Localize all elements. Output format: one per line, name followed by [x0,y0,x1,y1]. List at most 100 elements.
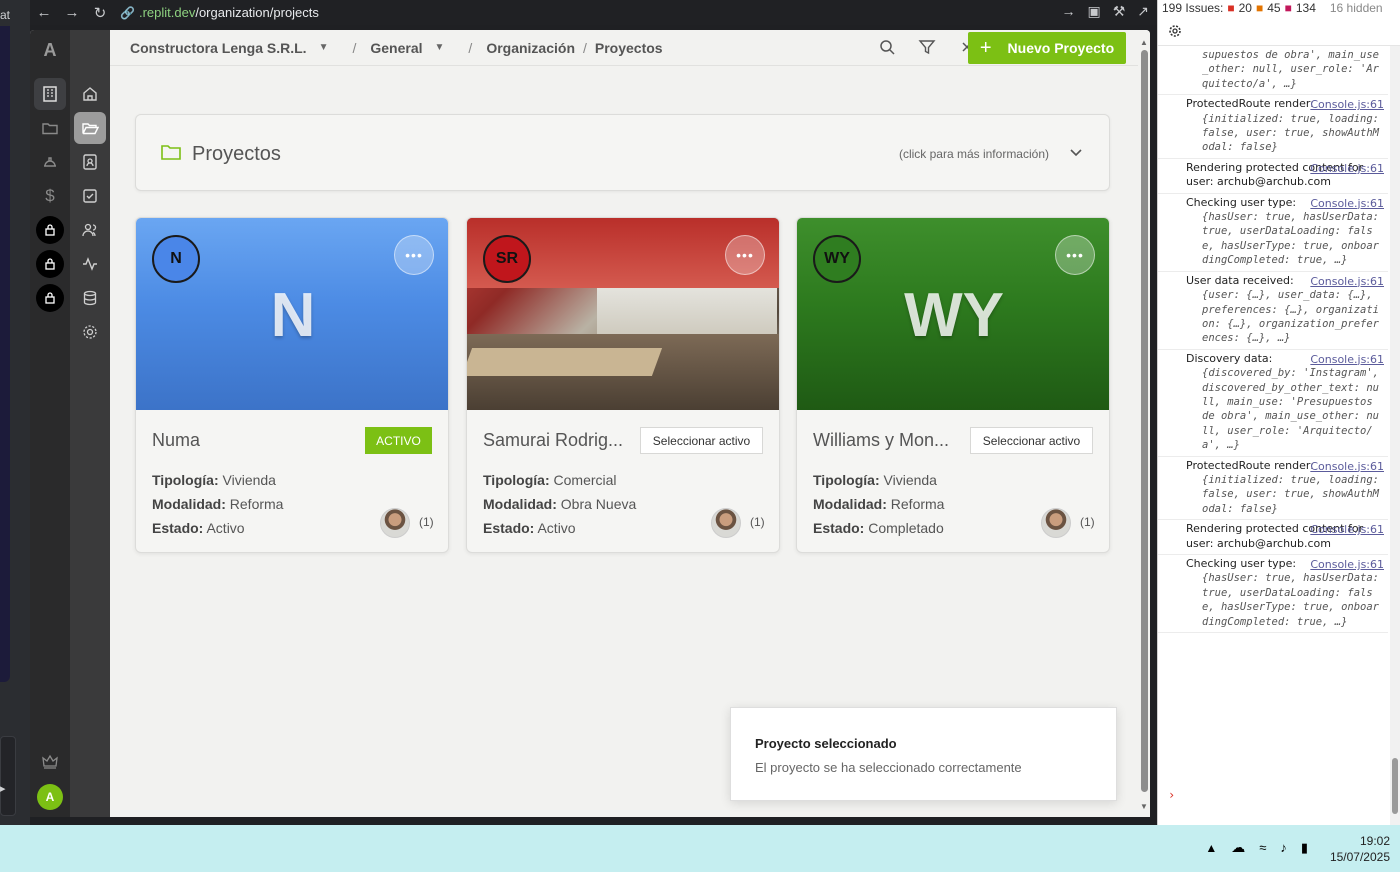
new-project-button[interactable]: + Nuevo Proyecto [968,32,1126,64]
status-label: Estado: [483,520,535,536]
chevron-down-icon[interactable] [1069,145,1083,159]
battery-icon[interactable]: ▮ [1301,840,1308,856]
console-entry[interactable]: ProtectedRoute render: Console.js:61 {init… [1158,457,1388,521]
console-object[interactable]: {discovered_by: 'Instagram', discovered_… [1186,366,1384,452]
back-icon[interactable]: ← [30,1,58,25]
panel-title: Proyectos [192,143,281,165]
console-entry[interactable]: Rendering protected content for user: ar… [1158,159,1388,194]
app-logo[interactable]: A [30,40,70,61]
breadcrumb-separator: / [352,39,357,56]
user-avatar[interactable]: A [37,784,63,810]
project-card[interactable]: SR ••• Samurai Rodrig... Seleccionar act… [466,217,780,553]
wifi-icon[interactable]: ≈ [1259,840,1266,855]
console-entry[interactable]: supuestos de obra', main_use_other: null… [1158,46,1388,96]
issues-bar[interactable]: 199 Issues: ■ 20 ■ 45 ■ 134 16 hidden [1158,0,1400,16]
scroll-thumb[interactable] [1392,758,1398,814]
console-source-link[interactable]: Console.js:61 [1310,353,1384,367]
console-object[interactable]: {initialized: true, loading: false, user… [1186,473,1384,516]
breadcrumb-space[interactable]: General ▼ [370,40,444,56]
database-icon[interactable] [74,282,106,314]
breadcrumb-org[interactable]: Constructora Lenga S.R.L. ▼ [130,40,328,56]
browser-side-strip: at ▸ [0,0,30,825]
console-source-link[interactable]: Console.js:61 [1310,460,1384,474]
dollar-icon[interactable]: $ [34,180,66,212]
console-entry[interactable]: ProtectedRoute render: Console.js:61 {init… [1158,95,1388,159]
activity-icon[interactable] [74,248,106,280]
crown-icon[interactable] [34,746,66,778]
console-source-link[interactable]: Console.js:61 [1310,523,1384,537]
chevron-up-icon[interactable]: ▲ [1205,841,1217,855]
forward-icon[interactable]: → [58,1,86,25]
select-active-button[interactable]: Seleccionar activo [970,427,1093,454]
more-options-icon[interactable]: ••• [725,235,765,275]
cloud-icon[interactable]: ☁ [1231,839,1245,856]
lock-icon[interactable] [36,284,64,312]
more-options-icon[interactable]: ••• [394,235,434,275]
scroll-up-icon[interactable]: ▲ [1140,38,1148,47]
console-source-link[interactable]: Console.js:61 [1310,275,1384,289]
folder-open-icon[interactable] [74,112,106,144]
expand-arrow-icon[interactable]: ▸ [0,782,6,795]
select-active-button[interactable]: Seleccionar activo [640,427,763,454]
address-bar[interactable]: 🔗 .replit.dev /organization/projects [120,5,319,20]
clock[interactable]: 19:02 15/07/2025 [1330,833,1390,865]
typology-value: Vivienda [222,472,276,488]
toast-message: El proyecto se ha seleccionado correctam… [755,760,1022,775]
settings-icon[interactable] [74,316,106,348]
filter-icon[interactable] [918,38,936,56]
main-scrollbar[interactable]: ▲ ▼ [1138,38,1150,817]
console-entry[interactable]: User data received: Console.js:61 {user: {… [1158,272,1388,350]
home-icon[interactable] [74,78,106,110]
project-name: Numa [152,430,201,450]
open-external-icon[interactable]: ↗ [1137,3,1149,20]
project-modality: Modalidad: Reforma [813,496,944,512]
console-entry[interactable]: Checking user type: Console.js:61 {hasUser… [1158,194,1388,272]
console-object[interactable]: {hasUser: true, hasUserData: true, userD… [1186,210,1384,268]
project-card[interactable]: WY WY ••• Williams y Mon... Seleccionar … [796,217,1110,553]
volume-icon[interactable]: ♪ [1280,840,1287,855]
console-object[interactable]: supuestos de obra', main_use_other: null… [1186,48,1384,91]
checkbox-icon[interactable] [74,180,106,212]
monitor-icon[interactable]: ▣ [1087,3,1100,20]
primary-rail: A $ A [30,30,70,817]
modality-value: Obra Nueva [560,496,637,512]
console-source-link[interactable]: Console.js:61 [1310,98,1384,112]
console-object[interactable]: {initialized: true, loading: false, user… [1186,112,1384,155]
toast-notification[interactable]: Proyecto seleccionado El proyecto se ha … [730,707,1117,801]
search-icon[interactable] [878,38,896,56]
gear-icon[interactable] [1168,24,1182,38]
reload-icon[interactable]: ↻ [86,1,114,25]
breadcrumb-section[interactable]: Organización [486,40,575,56]
clock-date: 15/07/2025 [1329,850,1390,864]
folder-icon[interactable] [34,112,66,144]
project-card[interactable]: N N ••• Numa ACTIVO Tipología: Vivienda … [135,217,449,553]
more-options-icon[interactable]: ••• [1055,235,1095,275]
contact-icon[interactable] [74,146,106,178]
console-source-link[interactable]: Console.js:61 [1310,558,1384,572]
wrench-icon[interactable]: ⚒ [1113,3,1126,20]
console-scrollbar[interactable] [1390,46,1400,825]
projects-info-panel[interactable]: Proyectos (click para más información) [135,114,1110,191]
console-object[interactable]: {hasUser: true, hasUserData: true, userD… [1186,571,1384,629]
scroll-thumb[interactable] [1141,50,1148,792]
error-icon: ■ [1227,1,1235,15]
console-entry[interactable]: Rendering protected content for user: ar… [1158,520,1388,555]
console-entry[interactable]: Checking user type: Console.js:61 {hasUser… [1158,555,1388,634]
helmet-icon[interactable] [34,146,66,178]
building-icon[interactable] [34,78,66,110]
url-host: .replit.dev [138,5,196,20]
forward-arrow-icon[interactable]: → [1061,3,1075,20]
scroll-down-icon[interactable]: ▼ [1140,802,1148,811]
status-label: Estado: [152,520,204,536]
console-object[interactable]: {user: {…}, user_data: {…}, preferences:… [1186,288,1384,346]
lock-icon[interactable] [36,250,64,278]
console-entry[interactable]: Discovery data: Console.js:61 {discovered_… [1158,350,1388,457]
console-log: supuestos de obra', main_use_other: null… [1158,46,1388,634]
lock-icon[interactable] [36,216,64,244]
console-source-link[interactable]: Console.js:61 [1310,197,1384,211]
console-source-link[interactable]: Console.js:61 [1310,162,1384,176]
console-prompt-icon[interactable]: › [1168,788,1175,802]
project-typology: Tipología: Comercial [483,472,617,488]
side-tab-text[interactable]: at [0,8,10,22]
users-icon[interactable] [74,214,106,246]
